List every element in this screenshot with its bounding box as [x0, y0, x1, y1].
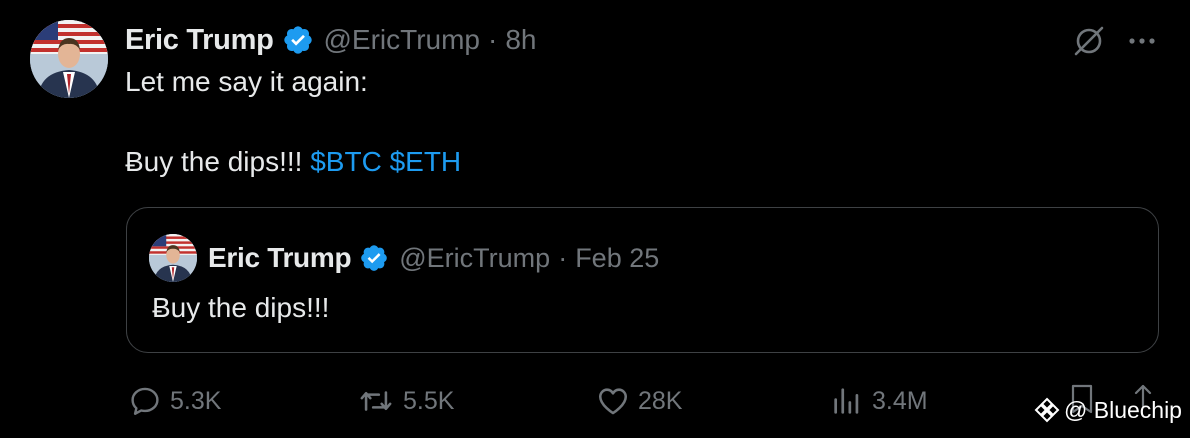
quoted-tweet-date: Feb 25 — [575, 242, 660, 273]
reply-count: 5.3K — [170, 386, 222, 415]
tweet-text-line-1: Let me say it again: — [125, 66, 368, 97]
watermark-text: @ Bluechip — [1064, 396, 1182, 423]
repost-button[interactable]: 5.5K — [357, 382, 454, 420]
separator-dot: · — [558, 242, 568, 273]
views-count: 3.4M — [872, 386, 928, 415]
quoted-tweet-header: Eric Trump @EricTrump · Feb 25 — [208, 240, 659, 276]
reply-button[interactable]: 5.3K — [128, 382, 221, 420]
like-button[interactable]: 28K — [596, 382, 682, 420]
repost-icon — [360, 391, 392, 411]
bluechip-logo-icon — [1034, 397, 1060, 423]
views-button[interactable]: 3.4M — [830, 382, 928, 420]
quoted-author-avatar[interactable] — [149, 234, 197, 282]
tweet-time[interactable]: 8h — [505, 24, 536, 56]
avatar-image — [30, 20, 108, 98]
verified-badge-icon — [282, 24, 314, 56]
quoted-tweet-text: Ƀuy the dips!!! — [152, 292, 330, 323]
author-handle[interactable]: @EricTrump — [324, 24, 481, 56]
repost-count: 5.5K — [403, 386, 455, 415]
quoted-tweet[interactable]: Eric Trump @EricTrump · Feb 25 Ƀuy the d… — [126, 207, 1159, 353]
heart-icon — [598, 388, 628, 415]
author-avatar[interactable] — [30, 20, 108, 98]
separator-dot: · — [488, 24, 498, 55]
views-chart-icon — [834, 388, 859, 414]
author-display-name[interactable]: Eric Trump — [125, 24, 274, 57]
quoted-author-display-name: Eric Trump — [208, 242, 352, 273]
cashtag-eth-link[interactable]: $ETH — [390, 146, 462, 177]
tweet-text-prefix: Ƀuy the dips!!! — [125, 146, 303, 177]
more-options-icon[interactable] — [1124, 30, 1160, 52]
reply-icon — [131, 387, 159, 415]
tweet-header: Eric Trump @EricTrump · 8h — [125, 22, 537, 58]
tweet-text-line-2: Ƀuy the dips!!! $BTC $ETH — [125, 146, 461, 178]
like-count: 28K — [638, 386, 683, 415]
tweet-card[interactable]: Eric Trump @EricTrump · 8h Let me say it… — [0, 0, 1190, 438]
cashtag-btc-link[interactable]: $BTC — [310, 146, 382, 177]
quoted-author-handle: @EricTrump — [399, 242, 551, 273]
bluechip-watermark: @ Bluechip — [1034, 394, 1182, 426]
quoted-avatar-image — [149, 234, 197, 282]
grok-icon[interactable] — [1072, 24, 1106, 58]
verified-badge-icon — [359, 243, 389, 273]
